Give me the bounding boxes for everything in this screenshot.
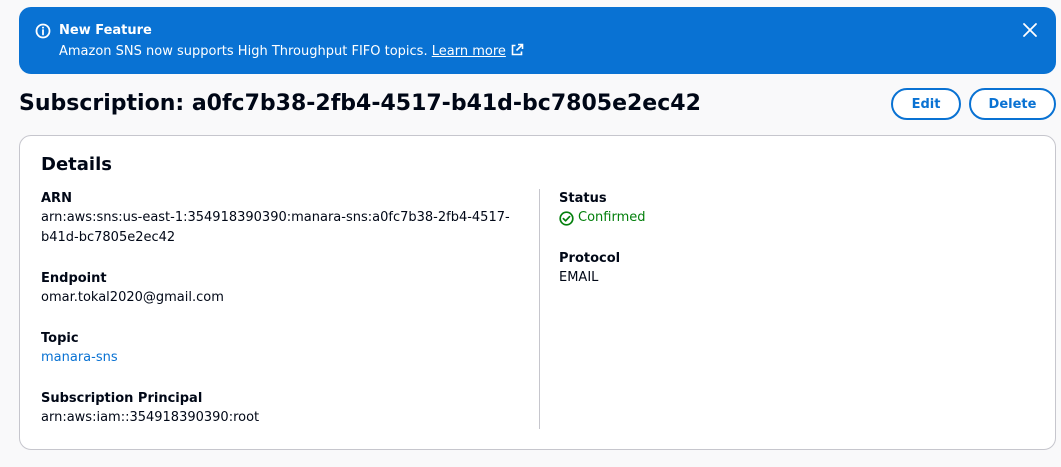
endpoint-label: Endpoint [41, 271, 107, 286]
endpoint-value: omar.tokal2020@gmail.com [41, 290, 224, 305]
arn-value-line2: b41d-bc7805e2ec42 [41, 230, 176, 245]
external-link-icon [510, 43, 524, 57]
arn-value-line1: arn:aws:sns:us-east-1:354918390390:manar… [41, 210, 510, 225]
protocol-label: Protocol [559, 251, 621, 266]
page-title: Subscription: a0fc7b38-2fb4-4517-b41d-bc… [19, 91, 701, 116]
details-container: Details ARN arn:aws:sns:us-east-1:354918… [19, 135, 1056, 450]
topic-label: Topic [41, 331, 79, 346]
page: New Feature Amazon SNS now supports High… [0, 0, 1061, 467]
column-divider [539, 189, 540, 429]
info-icon [35, 23, 51, 39]
flash-message: Amazon SNS now supports High Throughput … [59, 44, 428, 59]
flash-title: New Feature [59, 23, 152, 38]
check-circle-icon [559, 210, 574, 226]
learn-more-link-label: Learn more [431, 44, 506, 59]
edit-button[interactable]: Edit [891, 88, 961, 120]
subscription-principal-label: Subscription Principal [41, 391, 203, 406]
protocol-value: EMAIL [559, 270, 599, 285]
status-text: Confirmed [578, 210, 646, 225]
subscription-principal-value: arn:aws:iam::354918390390:root [41, 410, 260, 425]
topic-link[interactable]: manara-sns [41, 348, 118, 368]
flash-message-row: Amazon SNS now supports High Throughput … [59, 43, 524, 60]
status-label: Status [559, 191, 607, 206]
status-value: Confirmed [559, 208, 646, 228]
delete-button[interactable]: Delete [969, 88, 1056, 120]
details-title: Details [41, 154, 112, 175]
new-feature-flash-banner: New Feature Amazon SNS now supports High… [19, 7, 1056, 74]
learn-more-link[interactable]: Learn more [431, 43, 524, 59]
close-icon[interactable] [1022, 22, 1038, 38]
arn-label: ARN [41, 191, 72, 206]
